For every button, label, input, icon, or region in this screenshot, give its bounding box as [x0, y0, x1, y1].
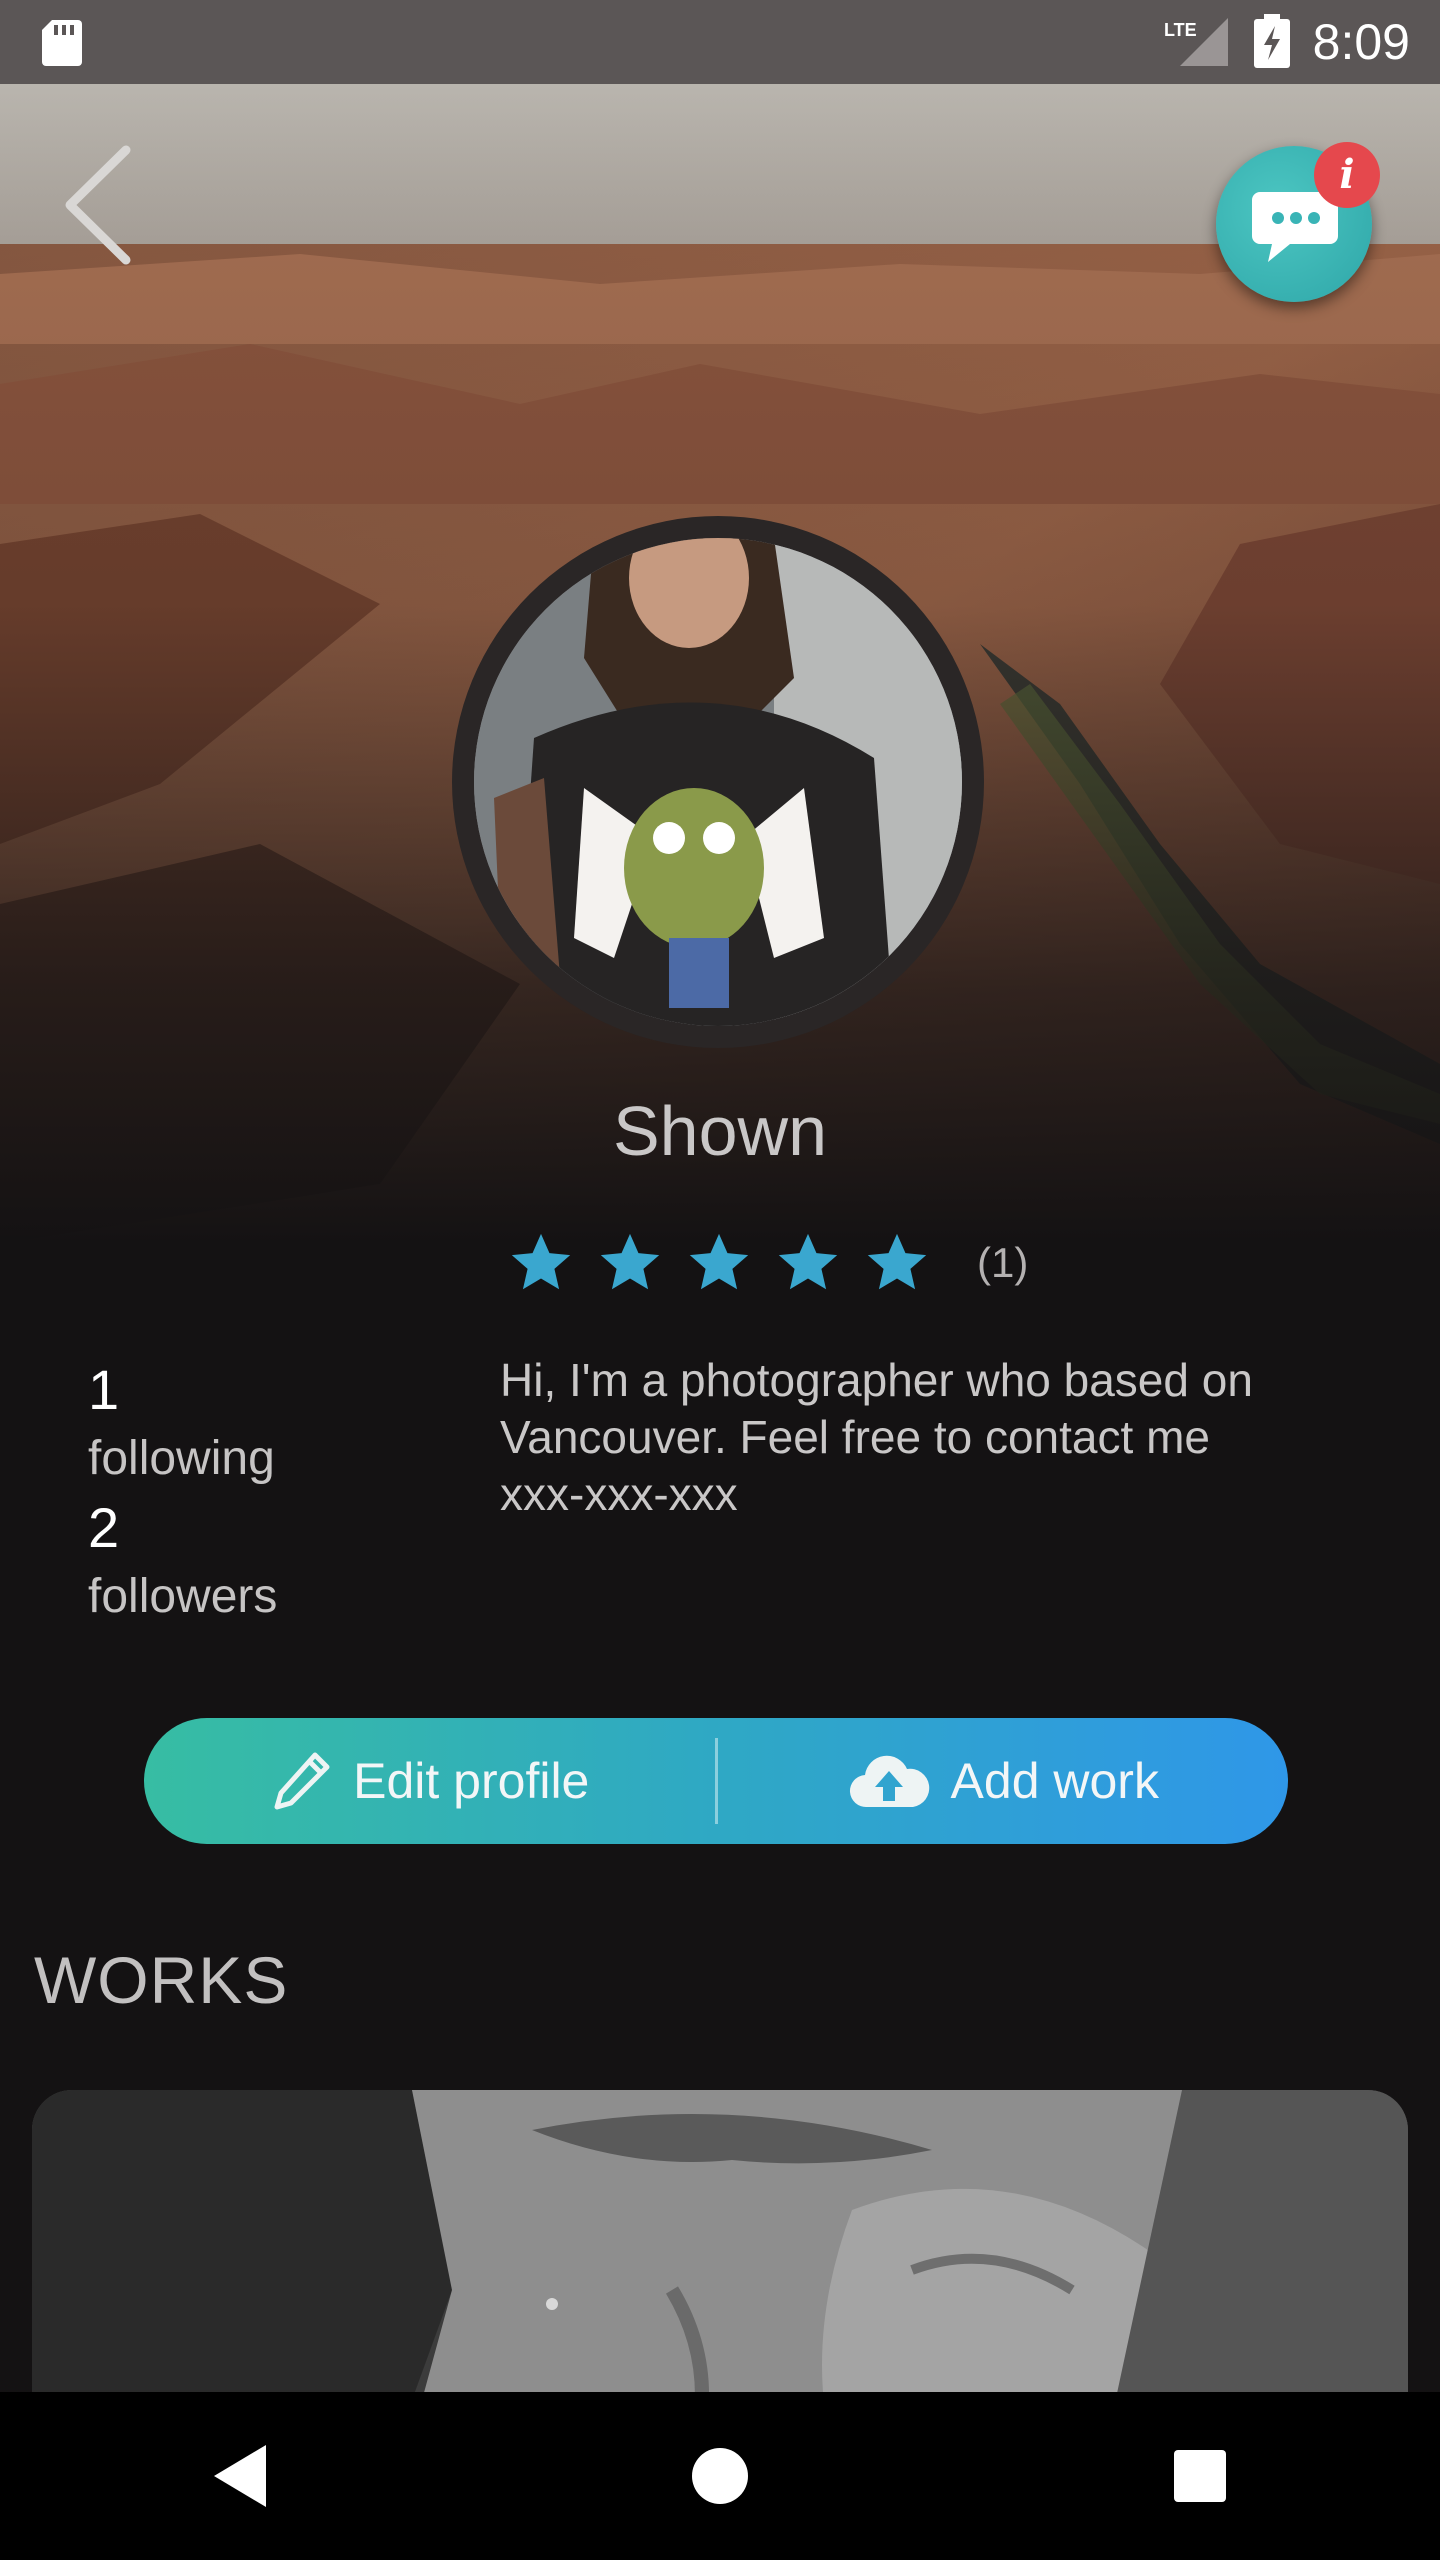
works-title: WORKS [34, 1943, 289, 2017]
profile-name: Shown [612, 1092, 828, 1170]
profile-bio: Hi, I'm a photographer who based on Vanc… [500, 1354, 1253, 1520]
followers-label: followers [88, 1570, 278, 1623]
nav-home-button[interactable] [660, 2416, 780, 2536]
star-icon [511, 1233, 571, 1290]
profile-stats: 1 following 2 followers [88, 1354, 448, 1630]
profile-screen: LTE 8:09 i Shown (1) 1 following 2 follo… [0, 0, 1440, 2560]
nav-recents-icon [1174, 2450, 1226, 2502]
following-stat[interactable]: 1 following [88, 1354, 448, 1492]
status-bar: LTE 8:09 [0, 0, 1440, 84]
edit-profile-button[interactable]: Edit profile [144, 1718, 715, 1844]
following-count: 1 [88, 1358, 120, 1421]
rating-count: (1) [977, 1239, 1029, 1286]
battery-charging-icon [1254, 14, 1290, 68]
pencil-icon [274, 1752, 330, 1810]
cloud-upload-icon [849, 1755, 929, 1808]
star-icon [600, 1233, 660, 1290]
rating: (1) [506, 1228, 1028, 1298]
avatar[interactable] [452, 516, 984, 1048]
star-icon [778, 1233, 838, 1290]
profile-actions: Edit profile Add work [144, 1718, 1288, 1844]
avatar-photo [474, 538, 962, 1026]
followers-stat[interactable]: 2 followers [88, 1492, 448, 1630]
add-work-label: Add work [950, 1753, 1159, 1809]
status-time: 8:09 [1312, 14, 1410, 70]
following-label: following [88, 1432, 275, 1485]
network-label: LTE [1164, 20, 1197, 40]
back-button[interactable] [56, 140, 146, 270]
star-icon [689, 1233, 749, 1290]
chevron-left-icon [65, 145, 131, 265]
sd-card-icon [42, 20, 82, 66]
star-icon [867, 1233, 927, 1290]
navigation-bar [0, 2392, 1440, 2560]
nav-back-button[interactable] [180, 2416, 300, 2536]
add-work-button[interactable]: Add work [718, 1718, 1289, 1844]
notification-badge: i [1314, 142, 1380, 208]
lte-signal-icon: LTE [1164, 18, 1228, 66]
nav-home-icon [692, 2448, 748, 2504]
followers-count: 2 [88, 1496, 120, 1559]
edit-profile-label: Edit profile [353, 1753, 590, 1809]
nav-recents-button[interactable] [1140, 2416, 1260, 2536]
nav-back-icon [214, 2445, 266, 2507]
